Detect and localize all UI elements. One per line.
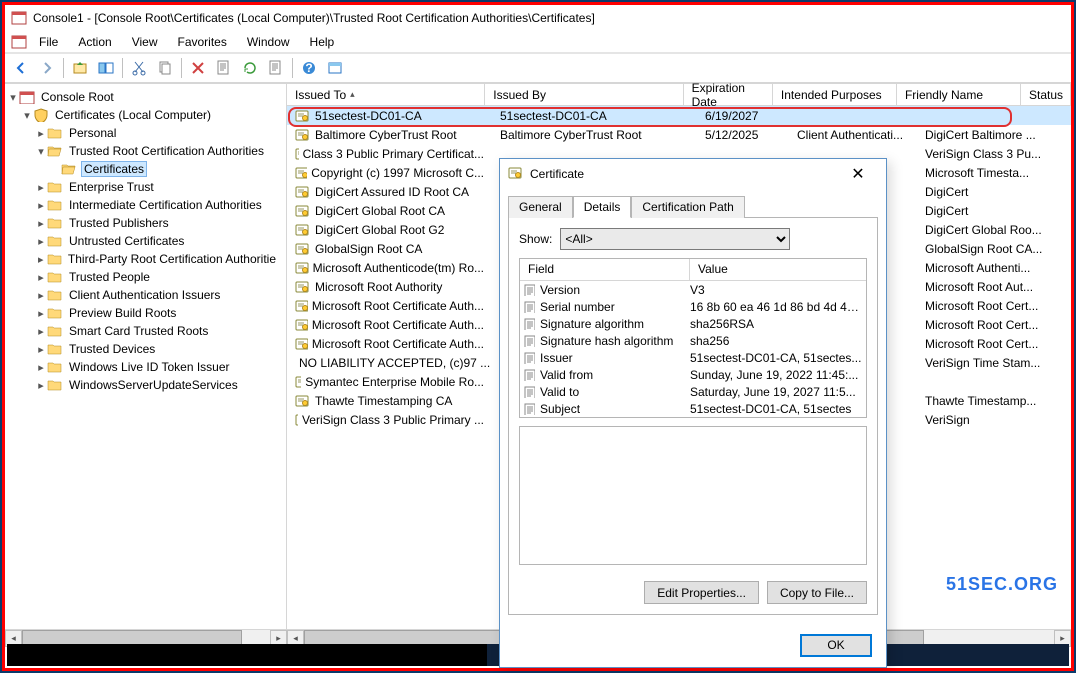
field-row[interactable]: Serial number16 8b 60 ea 46 1d 86 bd 4d …	[520, 298, 866, 315]
help-button[interactable]: ?	[297, 56, 321, 80]
tree-node[interactable]: ▸Trusted Devices	[7, 340, 284, 358]
tree-node[interactable]: ▸Smart Card Trusted Roots	[7, 322, 284, 340]
tab-general[interactable]: General	[508, 196, 573, 218]
export-button[interactable]	[264, 56, 288, 80]
tree-node[interactable]: ▸Intermediate Certification Authorities	[7, 196, 284, 214]
tree-node[interactable]: ▸Preview Build Roots	[7, 304, 284, 322]
tree-node[interactable]: ▸WindowsServerUpdateServices	[7, 376, 284, 394]
value-textarea[interactable]	[519, 426, 867, 565]
tab-certpath[interactable]: Certification Path	[631, 196, 744, 218]
show-label: Show:	[519, 232, 552, 246]
col-issued-to[interactable]: Issued To▴	[287, 84, 485, 105]
show-hide-button[interactable]	[94, 56, 118, 80]
tree-node[interactable]: ▸Third-Party Root Certification Authorit…	[7, 250, 284, 268]
new-window-button[interactable]	[323, 56, 347, 80]
tree-node[interactable]: ▸Trusted Publishers	[7, 214, 284, 232]
col-value[interactable]: Value	[690, 259, 866, 280]
properties-button[interactable]	[212, 56, 236, 80]
menu-window[interactable]: Window	[239, 33, 298, 51]
copy-to-file-button[interactable]: Copy to File...	[767, 581, 867, 604]
column-headers: Issued To▴ Issued By Expiration Date Int…	[287, 84, 1071, 106]
tree-pane[interactable]: ▾Console Root ▾Certificates (Local Compu…	[5, 84, 287, 646]
cut-button[interactable]	[127, 56, 151, 80]
tree-certificates-local[interactable]: ▾Certificates (Local Computer)	[7, 106, 284, 124]
col-issued-by[interactable]: Issued By	[485, 84, 683, 105]
up-button[interactable]	[68, 56, 92, 80]
tab-details[interactable]: Details	[573, 196, 632, 218]
certificate-dialog: Certificate ✕ General Details Certificat…	[499, 158, 887, 668]
dialog-title: Certificate	[530, 167, 584, 181]
cert-row[interactable]: 51sectest-DC01-CA 51sectest-DC01-CA 6/19…	[287, 106, 1071, 125]
show-select[interactable]: <All>	[560, 228, 790, 250]
tree-node[interactable]: ▸Trusted People	[7, 268, 284, 286]
edit-properties-button[interactable]: Edit Properties...	[644, 581, 759, 604]
back-button[interactable]	[9, 56, 33, 80]
title-bar: Console1 - [Console Root\Certificates (L…	[5, 5, 1071, 31]
menu-action[interactable]: Action	[70, 33, 119, 51]
tree-node[interactable]: ▸Personal	[7, 124, 284, 142]
col-status[interactable]: Status	[1021, 84, 1071, 105]
tree-node[interactable]: ▸Enterprise Trust	[7, 178, 284, 196]
tree-certificates-leaf[interactable]: Certificates	[7, 160, 284, 178]
field-row[interactable]: VersionV3	[520, 281, 866, 298]
tree-node[interactable]: ▾Trusted Root Certification Authorities	[7, 142, 284, 160]
delete-button[interactable]	[186, 56, 210, 80]
dialog-close-button[interactable]: ✕	[838, 160, 878, 188]
mmc-icon	[11, 34, 27, 50]
cert-row[interactable]: Baltimore CyberTrust Root Baltimore Cybe…	[287, 125, 1071, 144]
toolbar: ?	[5, 53, 1071, 83]
copy-button[interactable]	[153, 56, 177, 80]
field-row[interactable]: Signature algorithmsha256RSA	[520, 315, 866, 332]
field-row[interactable]: Issuer51sectest-DC01-CA, 51sectes...	[520, 349, 866, 366]
window-title: Console1 - [Console Root\Certificates (L…	[33, 11, 595, 25]
col-friendly[interactable]: Friendly Name	[897, 84, 1021, 105]
tree-node[interactable]: ▸Windows Live ID Token Issuer	[7, 358, 284, 376]
svg-text:?: ?	[305, 61, 312, 75]
menu-bar: File Action View Favorites Window Help	[5, 31, 1071, 53]
field-row[interactable]: Valid toSaturday, June 19, 2027 11:5...	[520, 383, 866, 400]
tree-node[interactable]: ▸Client Authentication Issuers	[7, 286, 284, 304]
col-expiration[interactable]: Expiration Date	[684, 84, 773, 105]
tree-console-root[interactable]: ▾Console Root	[7, 88, 284, 106]
mmc-icon	[11, 10, 27, 26]
forward-button[interactable]	[35, 56, 59, 80]
ok-button[interactable]: OK	[800, 634, 872, 657]
menu-file[interactable]: File	[31, 33, 66, 51]
menu-help[interactable]: Help	[302, 33, 343, 51]
certificate-icon	[508, 166, 524, 182]
field-row[interactable]: Signature hash algorithmsha256	[520, 332, 866, 349]
col-intended[interactable]: Intended Purposes	[773, 84, 897, 105]
tree-node[interactable]: ▸Untrusted Certificates	[7, 232, 284, 250]
field-row[interactable]: Valid fromSunday, June 19, 2022 11:45:..…	[520, 366, 866, 383]
refresh-button[interactable]	[238, 56, 262, 80]
col-field[interactable]: Field	[520, 259, 690, 280]
menu-view[interactable]: View	[124, 33, 166, 51]
field-row[interactable]: Subject51sectest-DC01-CA, 51sectes	[520, 400, 866, 417]
watermark: 51SEC.ORG	[946, 574, 1058, 595]
field-list[interactable]: FieldValue VersionV3Serial number16 8b 6…	[519, 258, 867, 418]
menu-favorites[interactable]: Favorites	[170, 33, 235, 51]
